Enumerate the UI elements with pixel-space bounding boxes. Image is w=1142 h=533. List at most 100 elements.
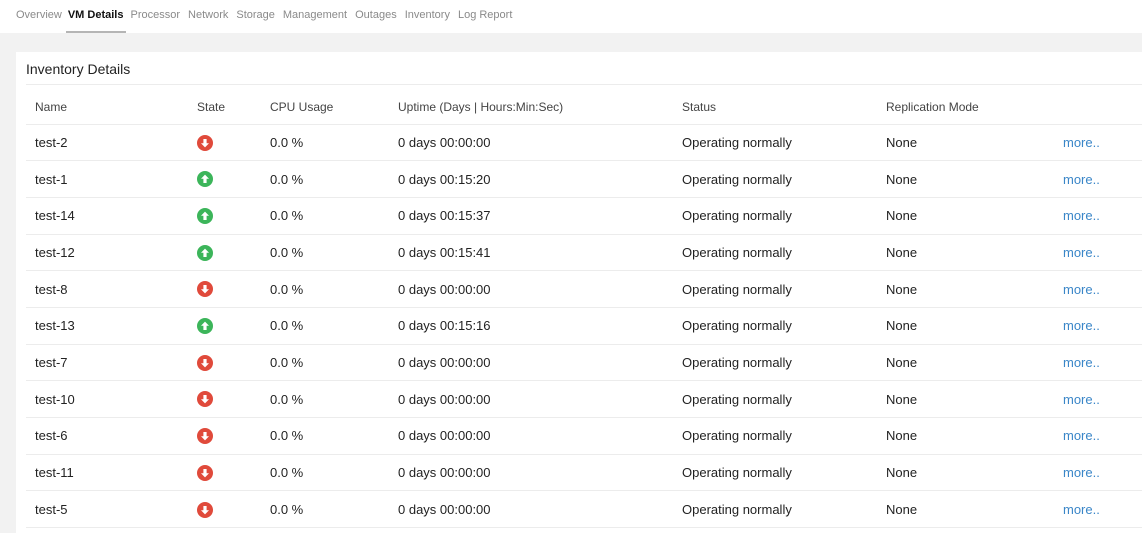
tab-network[interactable]: Network (184, 0, 232, 24)
arrow-down-circle-icon (197, 391, 213, 408)
status-cell: Operating normally (673, 344, 877, 382)
uptime-cell: 0 days 00:00:00 (389, 124, 673, 162)
column-header-cpu-usage[interactable]: CPU Usage (261, 90, 389, 125)
cpu-usage-cell: 0.0 % (261, 454, 389, 492)
uptime-cell: 0 days 00:00:00 (389, 490, 673, 529)
status-cell: Operating normally (673, 197, 877, 235)
more-link-cell: more.. (1054, 417, 1142, 455)
replication-mode-cell: None (877, 197, 1054, 235)
tab-outages[interactable]: Outages (351, 0, 401, 24)
arrow-down-circle-icon (197, 428, 213, 445)
uptime-cell: 0 days 00:00:00 (389, 417, 673, 455)
status-cell: Operating normally (673, 380, 877, 418)
status-cell: Operating normally (673, 490, 877, 529)
tab-log-report[interactable]: Log Report (454, 0, 516, 24)
cpu-usage-cell: 0.0 % (261, 270, 389, 308)
uptime-cell: 0 days 00:00:00 (389, 344, 673, 382)
tab-strip: Overview VM Details Processor Network Storag… (0, 0, 1142, 33)
arrow-up-circle-icon (197, 244, 213, 261)
table-row: test-14 0.0 % 0 days 00:15:37 Operating nor… (26, 197, 1142, 235)
arrow-down-circle-icon (197, 281, 213, 298)
table-row: test-1 0.0 % 0 days 00:15:20 Operating norm… (26, 160, 1142, 198)
inventory-table: Name State CPU Usage Uptime (Days | Hour… (26, 90, 1142, 529)
status-cell: Operating normally (673, 417, 877, 455)
more-link[interactable]: more.. (1063, 172, 1100, 187)
column-header-uptime[interactable]: Uptime (Days | Hours:Min:Sec) (389, 90, 673, 125)
state-cell (188, 307, 261, 345)
replication-mode-cell: None (877, 417, 1054, 455)
column-header-status[interactable]: Status (673, 90, 877, 125)
replication-mode-cell: None (877, 160, 1054, 198)
tab-inventory[interactable]: Inventory (401, 0, 454, 24)
vm-name-cell: test-11 (26, 454, 188, 492)
uptime-cell: 0 days 00:00:00 (389, 454, 673, 492)
vm-name-cell: test-7 (26, 344, 188, 382)
cpu-usage-cell: 0.0 % (261, 344, 389, 382)
column-header-actions (1054, 90, 1142, 125)
table-row: test-2 0.0 % 0 days 00:00:00 Operating norm… (26, 124, 1142, 162)
more-link[interactable]: more.. (1063, 318, 1100, 333)
state-cell (188, 234, 261, 272)
column-header-name[interactable]: Name (26, 90, 188, 125)
column-header-state[interactable]: State (188, 90, 261, 125)
more-link[interactable]: more.. (1063, 465, 1100, 480)
table-row: test-13 0.0 % 0 days 00:15:16 Operating nor… (26, 307, 1142, 345)
state-cell (188, 417, 261, 455)
status-cell: Operating normally (673, 270, 877, 308)
uptime-cell: 0 days 00:15:20 (389, 160, 673, 198)
table-row: test-11 0.0 % 0 days 00:00:00 Operating nor… (26, 454, 1142, 492)
more-link[interactable]: more.. (1063, 428, 1100, 443)
status-cell: Operating normally (673, 124, 877, 162)
more-link-cell: more.. (1054, 454, 1142, 492)
more-link-cell: more.. (1054, 380, 1142, 418)
table-body: test-2 0.0 % 0 days 00:00:00 Operating norm… (26, 124, 1142, 529)
more-link-cell: more.. (1054, 344, 1142, 382)
tab-management[interactable]: Management (279, 0, 351, 24)
more-link[interactable]: more.. (1063, 392, 1100, 407)
more-link[interactable]: more.. (1063, 355, 1100, 370)
state-cell (188, 160, 261, 198)
vm-name-cell: test-10 (26, 380, 188, 418)
more-link-cell: more.. (1054, 490, 1142, 529)
table-row: test-6 0.0 % 0 days 00:00:00 Operating norm… (26, 417, 1142, 455)
replication-mode-cell: None (877, 307, 1054, 345)
uptime-cell: 0 days 00:00:00 (389, 270, 673, 308)
more-link[interactable]: more.. (1063, 245, 1100, 260)
tab-overview[interactable]: Overview (16, 0, 66, 24)
state-cell (188, 380, 261, 418)
vm-name-cell: test-8 (26, 270, 188, 308)
cpu-usage-cell: 0.0 % (261, 490, 389, 529)
vm-name-cell: test-6 (26, 417, 188, 455)
status-cell: Operating normally (673, 160, 877, 198)
arrow-up-circle-icon (197, 171, 213, 188)
arrow-down-circle-icon (197, 464, 213, 481)
tab-processor[interactable]: Processor (126, 0, 184, 24)
more-link[interactable]: more.. (1063, 282, 1100, 297)
state-cell (188, 454, 261, 492)
more-link-cell: more.. (1054, 234, 1142, 272)
state-cell (188, 124, 261, 162)
arrow-down-circle-icon (197, 134, 213, 151)
panel-title: Inventory Details (26, 61, 131, 77)
more-link[interactable]: more.. (1063, 502, 1100, 517)
column-header-replication-mode[interactable]: Replication Mode (877, 90, 1054, 125)
replication-mode-cell: None (877, 234, 1054, 272)
cpu-usage-cell: 0.0 % (261, 380, 389, 418)
vm-name-cell: test-2 (26, 124, 188, 162)
vm-name-cell: test-1 (26, 160, 188, 198)
tab-vm-details[interactable]: VM Details (65, 0, 127, 33)
table-header-row: Name State CPU Usage Uptime (Days | Hour… (26, 90, 1142, 125)
arrow-up-circle-icon (197, 318, 213, 335)
cpu-usage-cell: 0.0 % (261, 307, 389, 345)
replication-mode-cell: None (877, 490, 1054, 529)
uptime-cell: 0 days 00:15:16 (389, 307, 673, 345)
table-row: test-5 0.0 % 0 days 00:00:00 Operating norm… (26, 490, 1142, 529)
more-link[interactable]: more.. (1063, 208, 1100, 223)
tab-storage[interactable]: Storage (232, 0, 279, 24)
cpu-usage-cell: 0.0 % (261, 124, 389, 162)
status-cell: Operating normally (673, 234, 877, 272)
replication-mode-cell: None (877, 454, 1054, 492)
more-link[interactable]: more.. (1063, 135, 1100, 150)
replication-mode-cell: None (877, 380, 1054, 418)
cpu-usage-cell: 0.0 % (261, 197, 389, 235)
